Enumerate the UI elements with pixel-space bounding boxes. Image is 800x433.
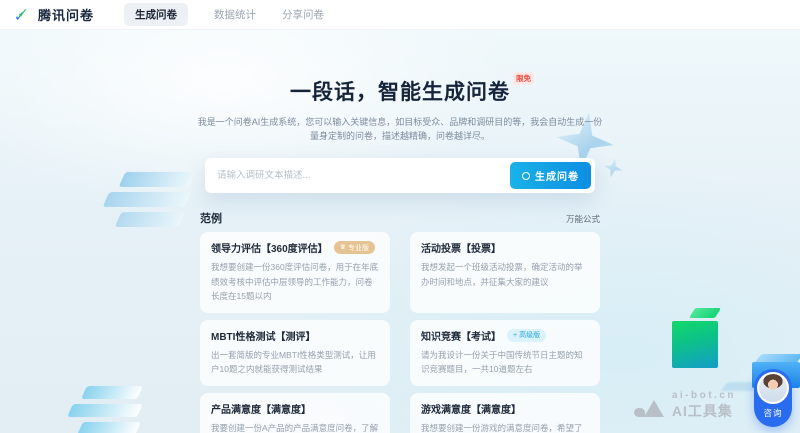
example-card-desc: 我想要创建一份游戏的满意度问卷，希望了解玩家对该游戏的满意度，了解玩家的游戏习惯…: [421, 421, 589, 433]
generate-survey-button[interactable]: 生成问卷: [510, 162, 591, 189]
example-card-title: 产品满意度【满意度】: [211, 401, 311, 416]
advanced-version-badge: + 高级版: [507, 329, 546, 342]
tencent-survey-check-icon: ✓ ✓: [14, 7, 32, 23]
pro-version-badge: ♛ 专业版: [334, 241, 375, 254]
brand-logo[interactable]: ✓ ✓ 腾讯问卷: [14, 5, 94, 24]
survey-description-input[interactable]: [217, 170, 510, 181]
generate-button-label: 生成问卷: [535, 168, 579, 183]
app-window: ✓ ✓ 腾讯问卷 生成问卷 数据统计 分享问卷: [0, 0, 800, 433]
example-card-title: 游戏满意度【满意度】: [421, 401, 521, 416]
hero-section: 一段话，智能生成问卷 限免 我是一个问卷AI生成系统，您可以输入关键信息，如目标…: [0, 30, 800, 143]
watermark-domain: ai-bot.cn: [672, 390, 736, 401]
plus-icon: +: [513, 332, 517, 339]
brand-name: 腾讯问卷: [38, 5, 94, 24]
tab-data-statistics[interactable]: 数据统计: [214, 7, 256, 22]
example-card-desc: 出一套简版的专业MBTI性格类型测试，让用户10题之内就能获得测试结果: [211, 348, 379, 377]
example-card-title: 知识竞赛【考试】: [421, 328, 501, 343]
main-content: 一段话，智能生成问卷 限免 我是一个问卷AI生成系统，您可以输入关键信息，如目标…: [0, 30, 800, 433]
consultant-avatar: [757, 372, 789, 404]
example-card-leadership[interactable]: 领导力评估【360度评估】 ♛ 专业版 我想要创建一份360度评估问卷，用于在年…: [200, 232, 390, 313]
tab-share-survey[interactable]: 分享问卷: [282, 7, 324, 22]
universal-formula-link[interactable]: 万能公式: [566, 213, 600, 225]
limited-free-badge: 限免: [513, 72, 534, 85]
decor-sparkle-small: [601, 156, 625, 180]
crown-icon: ♛: [340, 244, 346, 251]
watermark-name: AI工具集: [672, 401, 736, 421]
ai-bot-logo-icon: [634, 393, 664, 419]
example-card-desc: 我想要创建一份360度评估问卷，用于在年底绩效考核中评估中层领导的工作能力，问卷…: [211, 260, 379, 304]
survey-prompt-bar: 生成问卷: [205, 158, 595, 193]
example-card-mbti[interactable]: MBTI性格测试【测评】 出一套简版的专业MBTI性格类型测试，让用户10题之内…: [200, 320, 390, 386]
hero-subtitle: 我是一个问卷AI生成系统，您可以输入关键信息，如目标受众、品牌和调研目的等，我会…: [0, 115, 800, 143]
example-card-game-satisfaction[interactable]: 游戏满意度【满意度】 我想要创建一份游戏的满意度问卷，希望了解玩家对该游戏的满意…: [410, 393, 600, 433]
top-navbar: ✓ ✓ 腾讯问卷 生成问卷 数据统计 分享问卷: [0, 0, 800, 30]
example-card-title: 活动投票【投票】: [421, 240, 501, 255]
example-card-desc: 我想发起一个班级活动投票，确定活动的举办时间和地点，并征集大家的建议: [421, 260, 589, 289]
advanced-version-badge-label: 高级版: [519, 330, 540, 340]
examples-heading: 范例: [200, 210, 222, 226]
example-card-title: MBTI性格测试【测评】: [211, 328, 315, 343]
example-card-desc: 我要创建一份A产品的产品满意度问卷，了解用户对该产品的功能、内容、体验、性能、品…: [211, 421, 379, 433]
examples-section: 范例 万能公式 领导力评估【360度评估】 ♛ 专业版 我想要创建一份360度评…: [200, 210, 600, 433]
page-title: 一段话，智能生成问卷: [290, 81, 510, 104]
nav-tabs: 生成问卷 数据统计 分享问卷: [124, 3, 324, 26]
consult-float-button[interactable]: 咨询: [754, 369, 792, 427]
hero-subtitle-line2: 量身定制的问卷，描述越精确，问卷越详尽。: [0, 129, 800, 143]
hero-subtitle-line1: 我是一个问卷AI生成系统，您可以输入关键信息，如目标受众、品牌和调研目的等，我会…: [0, 115, 800, 129]
example-card-desc: 请为我设计一份关于中国传统节日主题的知识竞赛题目，一共10道题左右: [421, 348, 589, 377]
example-card-title: 领导力评估【360度评估】: [211, 240, 328, 255]
ai-bot-watermark: ai-bot.cn AI工具集: [634, 390, 736, 421]
example-card-product-satisfaction[interactable]: 产品满意度【满意度】 我要创建一份A产品的产品满意度问卷，了解用户对该产品的功能…: [200, 393, 390, 433]
example-card-quiz[interactable]: 知识竞赛【考试】 + 高级版 请为我设计一份关于中国传统节日主题的知识竞赛题目，…: [410, 320, 600, 386]
pro-version-badge-label: 专业版: [348, 243, 369, 253]
consult-label: 咨询: [763, 407, 782, 419]
example-card-vote[interactable]: 活动投票【投票】 我想发起一个班级活动投票，确定活动的举办时间和地点，并征集大家…: [410, 232, 600, 313]
example-cards-grid: 领导力评估【360度评估】 ♛ 专业版 我想要创建一份360度评估问卷，用于在年…: [200, 232, 600, 433]
tab-generate-survey[interactable]: 生成问卷: [124, 3, 188, 26]
generate-circle-icon: [522, 172, 530, 180]
